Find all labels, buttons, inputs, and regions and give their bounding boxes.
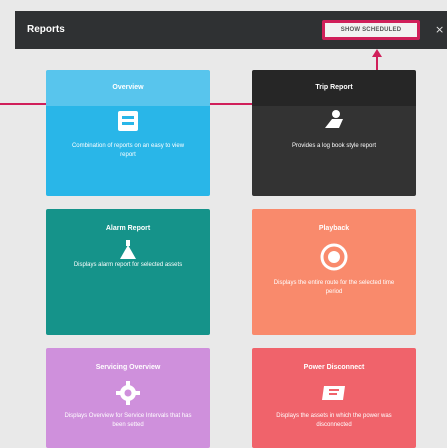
report-card-trip-report[interactable]: Trip Report Provides a log book style re… [252,70,416,196]
alarm-icon [120,240,136,259]
report-card-servicing-overview[interactable]: Servicing Overview Displays Overview for… [46,348,210,448]
show-scheduled-button[interactable]: SHOW SCHEDULED [322,20,420,40]
report-card-alarm-report[interactable]: Alarm Report Displays alarm report for s… [46,209,210,335]
card-title: Trip Report [315,84,353,91]
report-card-overview[interactable]: Overview Combination of reports on an ea… [46,70,210,196]
card-description: Displays alarm report for selected asset… [73,262,183,268]
callout-arrow-icon [372,49,382,57]
gear-icon [116,381,140,405]
battery-icon [322,386,345,400]
card-title: Power Disconnect [303,364,365,371]
card-title: Playback [318,225,350,232]
card-description: Displays Overview for Service Intervals … [64,413,192,428]
report-card-power-disconnect[interactable]: Power Disconnect Displays the assets in … [252,348,416,448]
card-title: Alarm Report [105,225,151,232]
page-title: Reports [27,24,65,35]
card-description: Displays the assets in which the power w… [276,413,392,428]
top-bar: Reports SHOW SCHEDULED × [15,11,447,49]
card-title: Servicing Overview [95,364,161,371]
close-icon[interactable]: × [435,23,444,36]
car-icon [325,110,343,128]
card-description: Combination of reports on an easy to vie… [71,143,185,158]
card-description: Provides a log book style report [291,143,377,149]
card-title: Overview [112,84,144,91]
playback-icon [320,243,348,271]
report-card-playback[interactable]: Playback Displays the entire route for t… [252,209,416,335]
card-description: Displays the entire route for the select… [273,280,395,295]
list-icon [118,111,138,131]
